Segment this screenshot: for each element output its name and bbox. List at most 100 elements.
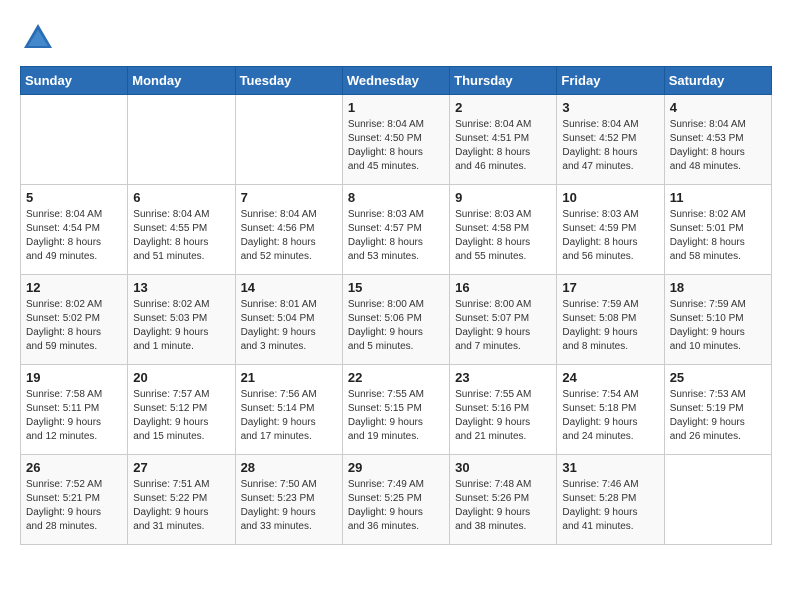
day-number: 4 <box>670 100 766 115</box>
day-number: 20 <box>133 370 229 385</box>
calendar-cell: 17Sunrise: 7:59 AM Sunset: 5:08 PM Dayli… <box>557 275 664 365</box>
day-info: Sunrise: 7:53 AM Sunset: 5:19 PM Dayligh… <box>670 388 766 444</box>
calendar-cell: 13 Sunrise: 8:02 AM Sunset: 5:03 PM Dayli… <box>128 275 235 365</box>
day-header-tuesday: Tuesday <box>235 67 342 95</box>
calendar-cell: 7 Sunrise: 8:04 AM Sunset: 4:56 PM Daylig… <box>235 185 342 275</box>
week-row-1: 1 Sunrise: 8:04 AM Sunset: 4:50 PM Daylig… <box>21 95 772 185</box>
calendar-cell: 4 Sunrise: 8:04 AM Sunset: 4:53 PM Daylig… <box>664 95 771 185</box>
day-number: 6 <box>133 190 229 205</box>
calendar-cell: 2Sunrise: 8:04 AM Sunset: 4:51 PM Daylig… <box>450 95 557 185</box>
day-number: 9 <box>455 190 551 205</box>
day-info: Sunrise: 8:04 AM Sunset: 4:55 PM Dayligh… <box>133 208 229 264</box>
day-info: Sunrise: 8:04 AM Sunset: 4:54 PM Dayligh… <box>26 208 122 264</box>
day-info: Sunrise: 8:04 AM Sunset: 4:52 PM Dayligh… <box>562 118 658 174</box>
day-number: 18 <box>670 280 766 295</box>
week-row-2: 5 Sunrise: 8:04 AM Sunset: 4:54 PM Daylig… <box>21 185 772 275</box>
calendar-cell <box>235 95 342 185</box>
day-number: 16 <box>455 280 551 295</box>
calendar-cell: 31 Sunrise: 7:46 AM Sunset: 5:28 PM Dayli… <box>557 455 664 545</box>
calendar-cell: 10Sunrise: 8:03 AM Sunset: 4:59 PM Dayli… <box>557 185 664 275</box>
calendar-cell: 16 Sunrise: 8:00 AM Sunset: 5:07 PM Dayli… <box>450 275 557 365</box>
logo-icon <box>20 20 56 56</box>
calendar-cell <box>128 95 235 185</box>
calendar-table: SundayMondayTuesdayWednesdayThursdayFrid… <box>20 66 772 545</box>
day-info: Sunrise: 7:54 AM Sunset: 5:18 PM Dayligh… <box>562 388 658 444</box>
day-number: 13 <box>133 280 229 295</box>
day-number: 11 <box>670 190 766 205</box>
calendar-cell: 9Sunrise: 8:03 AM Sunset: 4:58 PM Daylig… <box>450 185 557 275</box>
day-number: 21 <box>241 370 337 385</box>
day-number: 28 <box>241 460 337 475</box>
day-number: 19 <box>26 370 122 385</box>
day-number: 27 <box>133 460 229 475</box>
day-info: Sunrise: 7:55 AM Sunset: 5:16 PM Dayligh… <box>455 388 551 444</box>
day-number: 30 <box>455 460 551 475</box>
calendar-cell: 12 Sunrise: 8:02 AM Sunset: 5:02 PM Dayli… <box>21 275 128 365</box>
day-header-friday: Friday <box>557 67 664 95</box>
day-info: Sunrise: 7:59 AM Sunset: 5:08 PM Dayligh… <box>562 298 658 354</box>
calendar-cell: 25 Sunrise: 7:53 AM Sunset: 5:19 PM Dayli… <box>664 365 771 455</box>
day-info: Sunrise: 8:02 AM Sunset: 5:01 PM Dayligh… <box>670 208 766 264</box>
day-number: 15 <box>348 280 444 295</box>
day-number: 26 <box>26 460 122 475</box>
calendar-cell: 29 Sunrise: 7:49 AM Sunset: 5:25 PM Dayli… <box>342 455 449 545</box>
week-row-3: 12 Sunrise: 8:02 AM Sunset: 5:02 PM Dayli… <box>21 275 772 365</box>
page-header <box>20 20 772 56</box>
day-number: 5 <box>26 190 122 205</box>
day-info: Sunrise: 7:48 AM Sunset: 5:26 PM Dayligh… <box>455 478 551 534</box>
day-number: 14 <box>241 280 337 295</box>
day-info: Sunrise: 7:52 AM Sunset: 5:21 PM Dayligh… <box>26 478 122 534</box>
day-info: Sunrise: 8:02 AM Sunset: 5:03 PM Dayligh… <box>133 298 229 354</box>
day-info: Sunrise: 8:00 AM Sunset: 5:07 PM Dayligh… <box>455 298 551 354</box>
day-info: Sunrise: 7:51 AM Sunset: 5:22 PM Dayligh… <box>133 478 229 534</box>
day-number: 1 <box>348 100 444 115</box>
day-info: Sunrise: 8:03 AM Sunset: 4:59 PM Dayligh… <box>562 208 658 264</box>
calendar-cell: 8Sunrise: 8:03 AM Sunset: 4:57 PM Daylig… <box>342 185 449 275</box>
header-row: SundayMondayTuesdayWednesdayThursdayFrid… <box>21 67 772 95</box>
day-info: Sunrise: 7:57 AM Sunset: 5:12 PM Dayligh… <box>133 388 229 444</box>
day-info: Sunrise: 7:58 AM Sunset: 5:11 PM Dayligh… <box>26 388 122 444</box>
day-header-sunday: Sunday <box>21 67 128 95</box>
day-info: Sunrise: 8:00 AM Sunset: 5:06 PM Dayligh… <box>348 298 444 354</box>
calendar-cell: 23 Sunrise: 7:55 AM Sunset: 5:16 PM Dayli… <box>450 365 557 455</box>
day-number: 3 <box>562 100 658 115</box>
day-header-thursday: Thursday <box>450 67 557 95</box>
calendar-cell: 22 Sunrise: 7:55 AM Sunset: 5:15 PM Dayli… <box>342 365 449 455</box>
calendar-cell: 11 Sunrise: 8:02 AM Sunset: 5:01 PM Dayli… <box>664 185 771 275</box>
day-info: Sunrise: 8:04 AM Sunset: 4:53 PM Dayligh… <box>670 118 766 174</box>
day-number: 29 <box>348 460 444 475</box>
day-info: Sunrise: 8:01 AM Sunset: 5:04 PM Dayligh… <box>241 298 337 354</box>
day-info: Sunrise: 7:55 AM Sunset: 5:15 PM Dayligh… <box>348 388 444 444</box>
day-number: 7 <box>241 190 337 205</box>
day-info: Sunrise: 7:46 AM Sunset: 5:28 PM Dayligh… <box>562 478 658 534</box>
calendar-cell: 28Sunrise: 7:50 AM Sunset: 5:23 PM Dayli… <box>235 455 342 545</box>
week-row-5: 26 Sunrise: 7:52 AM Sunset: 5:21 PM Dayli… <box>21 455 772 545</box>
day-info: Sunrise: 7:49 AM Sunset: 5:25 PM Dayligh… <box>348 478 444 534</box>
calendar-cell: 3 Sunrise: 8:04 AM Sunset: 4:52 PM Daylig… <box>557 95 664 185</box>
day-info: Sunrise: 8:03 AM Sunset: 4:57 PM Dayligh… <box>348 208 444 264</box>
logo <box>20 20 62 56</box>
calendar-cell: 30 Sunrise: 7:48 AM Sunset: 5:26 PM Dayli… <box>450 455 557 545</box>
day-header-monday: Monday <box>128 67 235 95</box>
day-number: 2 <box>455 100 551 115</box>
calendar-cell: 18Sunrise: 7:59 AM Sunset: 5:10 PM Dayli… <box>664 275 771 365</box>
day-number: 22 <box>348 370 444 385</box>
day-number: 25 <box>670 370 766 385</box>
calendar-cell: 19 Sunrise: 7:58 AM Sunset: 5:11 PM Dayli… <box>21 365 128 455</box>
calendar-cell: 6 Sunrise: 8:04 AM Sunset: 4:55 PM Daylig… <box>128 185 235 275</box>
day-number: 24 <box>562 370 658 385</box>
calendar-cell: 14 Sunrise: 8:01 AM Sunset: 5:04 PM Dayli… <box>235 275 342 365</box>
day-info: Sunrise: 8:04 AM Sunset: 4:50 PM Dayligh… <box>348 118 444 174</box>
day-info: Sunrise: 7:56 AM Sunset: 5:14 PM Dayligh… <box>241 388 337 444</box>
day-number: 31 <box>562 460 658 475</box>
day-header-saturday: Saturday <box>664 67 771 95</box>
calendar-cell: 20 Sunrise: 7:57 AM Sunset: 5:12 PM Dayli… <box>128 365 235 455</box>
calendar-cell <box>21 95 128 185</box>
calendar-cell: 5 Sunrise: 8:04 AM Sunset: 4:54 PM Daylig… <box>21 185 128 275</box>
calendar-cell: 26 Sunrise: 7:52 AM Sunset: 5:21 PM Dayli… <box>21 455 128 545</box>
day-number: 12 <box>26 280 122 295</box>
day-info: Sunrise: 8:02 AM Sunset: 5:02 PM Dayligh… <box>26 298 122 354</box>
day-number: 23 <box>455 370 551 385</box>
calendar-cell: 21 Sunrise: 7:56 AM Sunset: 5:14 PM Dayli… <box>235 365 342 455</box>
day-info: Sunrise: 8:04 AM Sunset: 4:56 PM Dayligh… <box>241 208 337 264</box>
